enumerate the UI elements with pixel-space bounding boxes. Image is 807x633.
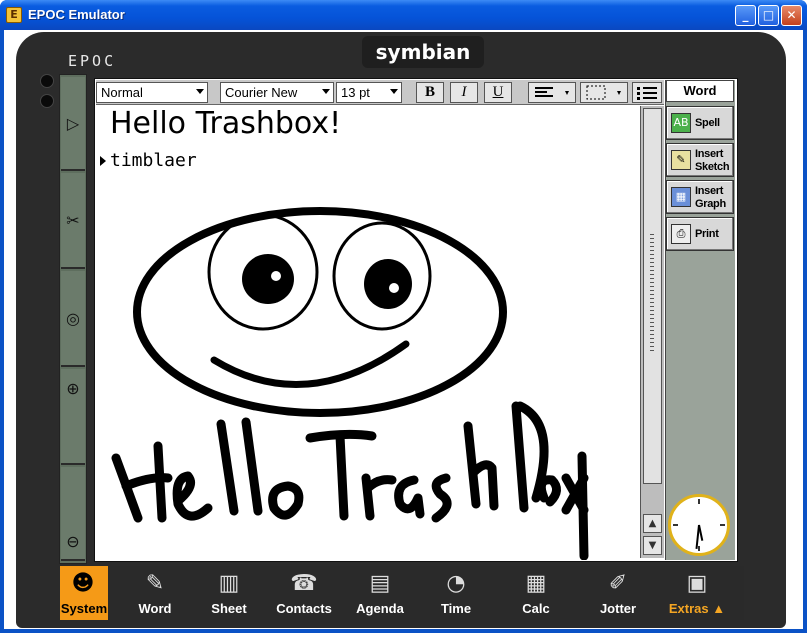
sketch-handwriting: [111, 401, 589, 560]
align-left-icon: [535, 87, 569, 97]
borders-dropdown[interactable]: [580, 82, 628, 103]
minimize-button[interactable]: _: [735, 5, 756, 26]
alignment-dropdown[interactable]: [528, 82, 576, 103]
zoom-in-icon[interactable]: ⊕: [61, 369, 85, 465]
sketch-drawing[interactable]: [96, 106, 638, 560]
vertical-scrollbar[interactable]: ▲ ▼: [640, 106, 664, 558]
taskbar-item-time[interactable]: ◔ Time: [421, 566, 491, 620]
contacts-icon: ☎: [290, 571, 318, 596]
taskbar-item-calc[interactable]: ▦ Calc: [501, 566, 571, 620]
insert-graph-button[interactable]: ▦ Insert Graph: [666, 180, 734, 214]
chevron-down-icon: [322, 89, 330, 94]
close-button[interactable]: ✕: [781, 5, 802, 26]
taskbar-item-jotter[interactable]: ✐ Jotter: [583, 566, 653, 620]
sheet-icon: ▥: [218, 571, 240, 596]
taskbar-item-sheet[interactable]: ▥ Sheet: [194, 566, 264, 620]
printer-icon: ⎙: [671, 224, 691, 244]
menu-icon[interactable]: ▷: [61, 77, 85, 171]
bullet-list-icon: [637, 87, 657, 100]
clock-tick: [720, 524, 725, 526]
sketch-left-highlight: [271, 271, 281, 281]
insert-graph-icon: ▦: [671, 187, 691, 207]
sketch-right-highlight: [389, 283, 399, 293]
font-size-dropdown[interactable]: 13 pt: [336, 82, 402, 103]
infrared-icon[interactable]: ◎: [61, 271, 85, 367]
insert-sketch-icon: ✎: [671, 150, 691, 170]
chevron-down-icon: [196, 89, 204, 94]
clock-tick: [698, 546, 700, 551]
font-dropdown[interactable]: Courier New: [220, 82, 334, 103]
underline-button[interactable]: U: [484, 82, 512, 103]
sketch-left-pupil: [242, 254, 294, 304]
taskbar-item-agenda[interactable]: ▤ Agenda: [345, 566, 415, 620]
side-button-strip: ▷ ✂ ◎ ⊕ ⊖: [59, 74, 87, 564]
format-toolbar: Normal Courier New 13 pt B I U: [96, 80, 664, 105]
symbian-logo: symbian: [362, 36, 484, 68]
insert-sketch-button[interactable]: ✎ Insert Sketch: [666, 143, 734, 177]
app-title: Word: [666, 80, 734, 102]
bold-button[interactable]: B: [416, 82, 444, 103]
clipboard-icon[interactable]: ✂: [61, 173, 85, 269]
zoom-out-icon[interactable]: ⊖: [61, 467, 85, 561]
window-title: EPOC Emulator: [28, 7, 125, 22]
taskbar-item-word[interactable]: ✎ Word: [120, 566, 190, 620]
scroll-up-arrow-icon[interactable]: ▲: [643, 514, 662, 533]
spell-check-icon: AB: [671, 113, 691, 133]
clock-widget[interactable]: [668, 494, 730, 556]
borders-icon: [586, 85, 621, 100]
sketch-smile: [210, 340, 410, 388]
scroll-down-arrow-icon[interactable]: ▼: [643, 536, 662, 555]
taskbar-item-system[interactable]: ☻ System: [60, 566, 108, 620]
taskbar-item-extras[interactable]: ▣ Extras ▲: [662, 566, 732, 620]
calc-icon: ▦: [525, 571, 547, 596]
document-area[interactable]: Hello Trashbox! timblaer: [96, 106, 638, 560]
style-dropdown[interactable]: Normal: [96, 82, 208, 103]
clock-tick: [698, 499, 700, 504]
print-button[interactable]: ⎙ Print: [666, 217, 734, 251]
spell-button[interactable]: AB Spell: [666, 106, 734, 140]
epoc-app-icon[interactable]: E: [6, 7, 22, 23]
system-icon: ☻: [71, 571, 95, 596]
chevron-down-icon: [390, 89, 398, 94]
clock-tick: [673, 524, 678, 526]
extras-icon: ▣: [686, 571, 708, 596]
agenda-icon: ▤: [369, 571, 391, 596]
maximize-button[interactable]: □: [758, 5, 779, 26]
indicator-led: [40, 74, 54, 88]
indicator-led: [40, 94, 54, 108]
title-bar[interactable]: E EPOC Emulator _ □ ✕: [0, 0, 807, 30]
jotter-icon: ✐: [608, 571, 628, 596]
italic-button[interactable]: I: [450, 82, 478, 103]
taskbar-item-contacts[interactable]: ☎ Contacts: [269, 566, 339, 620]
time-icon: ◔: [446, 571, 466, 596]
word-icon: ✎: [145, 571, 165, 596]
epoc-label: EPOC: [68, 52, 117, 70]
sketch-right-pupil: [364, 259, 412, 309]
bullets-button[interactable]: [632, 82, 662, 103]
scrollbar-grip: [650, 234, 654, 354]
